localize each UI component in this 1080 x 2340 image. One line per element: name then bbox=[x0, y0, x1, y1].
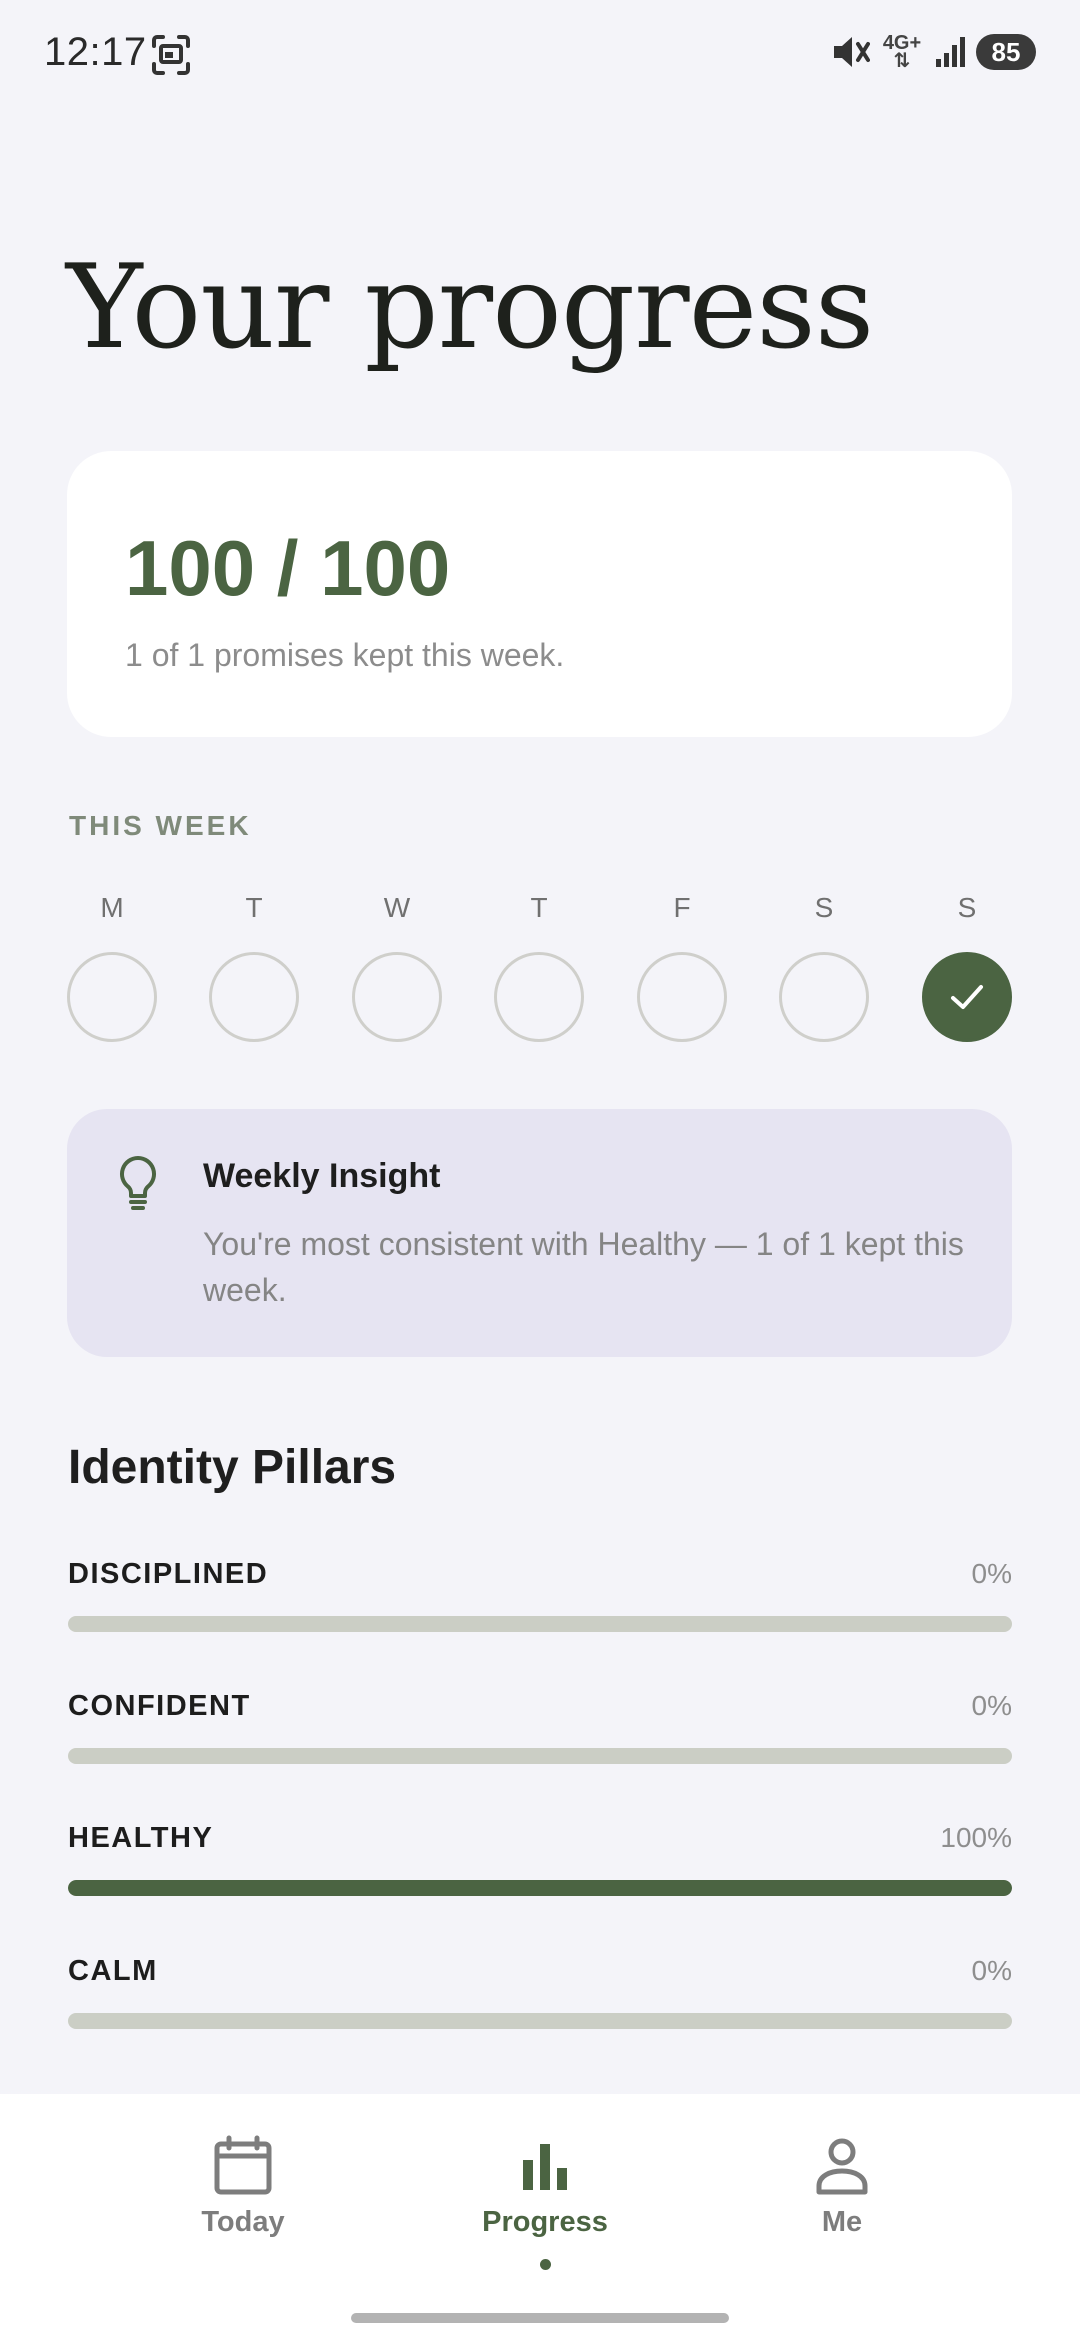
pillar-calm: CALM 0% bbox=[68, 1955, 1012, 2055]
pillar-progress-fill bbox=[68, 1880, 1012, 1896]
day-circle-mon[interactable] bbox=[67, 952, 157, 1042]
nav-label-progress: Progress bbox=[482, 2206, 608, 2238]
nav-label-today: Today bbox=[201, 2206, 285, 2238]
pillar-progress-track bbox=[68, 1616, 1012, 1632]
network-type: 4G+ ⇅ bbox=[882, 32, 922, 72]
bar-chart-icon bbox=[523, 2144, 567, 2190]
pillar-name: CALM bbox=[68, 1955, 158, 1987]
day-letter-wed: W bbox=[383, 892, 411, 923]
status-time: 12:17 bbox=[44, 30, 147, 74]
pillar-name: DISCIPLINED bbox=[68, 1558, 269, 1590]
page-title: Your progress bbox=[66, 240, 874, 375]
day-circle-sat[interactable] bbox=[779, 952, 869, 1042]
insight-title: Weekly Insight bbox=[203, 1157, 441, 1195]
status-icons: 4G+ ⇅ 85 bbox=[832, 32, 1036, 72]
nav-label-me: Me bbox=[821, 2206, 863, 2238]
score-card: 100 / 100 1 of 1 promises kept this week… bbox=[67, 451, 1012, 737]
bottom-nav: Today Progress Me bbox=[0, 2094, 1080, 2340]
day-letter-sun: S bbox=[957, 892, 977, 923]
active-indicator-dot bbox=[539, 2259, 551, 2270]
day-circle-sun[interactable] bbox=[922, 952, 1012, 1042]
day-letter-sat: S bbox=[814, 892, 834, 923]
day-circle-wed[interactable] bbox=[352, 952, 442, 1042]
mute-icon bbox=[834, 37, 870, 67]
insight-body: You're most consistent with Healthy — 1 … bbox=[203, 1226, 964, 1308]
day-circle-thu[interactable] bbox=[494, 952, 584, 1042]
weekly-insight-card: Weekly Insight You're most consistent wi… bbox=[67, 1109, 1012, 1357]
pillar-progress-track bbox=[68, 2013, 1012, 2029]
pillar-progress-track bbox=[68, 1748, 1012, 1764]
status-bar: 12:17 4G+ ⇅ 85 bbox=[0, 0, 1080, 110]
signal-icon bbox=[936, 37, 965, 67]
day-letter-thu: T bbox=[530, 892, 548, 923]
checkmark-icon bbox=[951, 985, 983, 1009]
day-letter-tue: T bbox=[245, 892, 263, 923]
nav-item-progress[interactable]: Progress bbox=[445, 2134, 645, 2270]
nav-item-today[interactable]: Today bbox=[143, 2134, 343, 2239]
pillar-percent: 0% bbox=[971, 1690, 1012, 1721]
day-letter-mon: M bbox=[100, 892, 124, 923]
home-indicator[interactable] bbox=[351, 2313, 729, 2323]
pillar-confident: CONFIDENT 0% bbox=[68, 1690, 1012, 1790]
nav-item-me[interactable]: Me bbox=[742, 2134, 942, 2239]
identity-pillars-title: Identity Pillars bbox=[68, 1441, 397, 1494]
person-icon bbox=[816, 2138, 868, 2195]
day-letter-fri: F bbox=[673, 892, 691, 923]
this-week-label: THIS WEEK bbox=[69, 810, 252, 841]
pillar-progress-track bbox=[68, 1880, 1012, 1896]
pillar-percent: 0% bbox=[971, 1558, 1012, 1589]
day-circle-tue[interactable] bbox=[209, 952, 299, 1042]
pillar-name: HEALTHY bbox=[68, 1822, 214, 1854]
score-value: 100 / 100 bbox=[125, 524, 451, 612]
pillar-disciplined: DISCIPLINED 0% bbox=[68, 1558, 1012, 1658]
pillar-percent: 100% bbox=[940, 1822, 1012, 1853]
lightbulb-icon bbox=[120, 1156, 156, 1210]
screenshot-icon bbox=[152, 35, 190, 75]
battery-icon: 85 bbox=[976, 34, 1036, 70]
pillar-percent: 0% bbox=[971, 1955, 1012, 1986]
score-summary: 1 of 1 promises kept this week. bbox=[125, 637, 565, 673]
calendar-icon bbox=[214, 2135, 272, 2195]
pillar-healthy: HEALTHY 100% bbox=[68, 1822, 1012, 1922]
pillar-name: CONFIDENT bbox=[68, 1690, 251, 1722]
day-circle-fri[interactable] bbox=[637, 952, 727, 1042]
